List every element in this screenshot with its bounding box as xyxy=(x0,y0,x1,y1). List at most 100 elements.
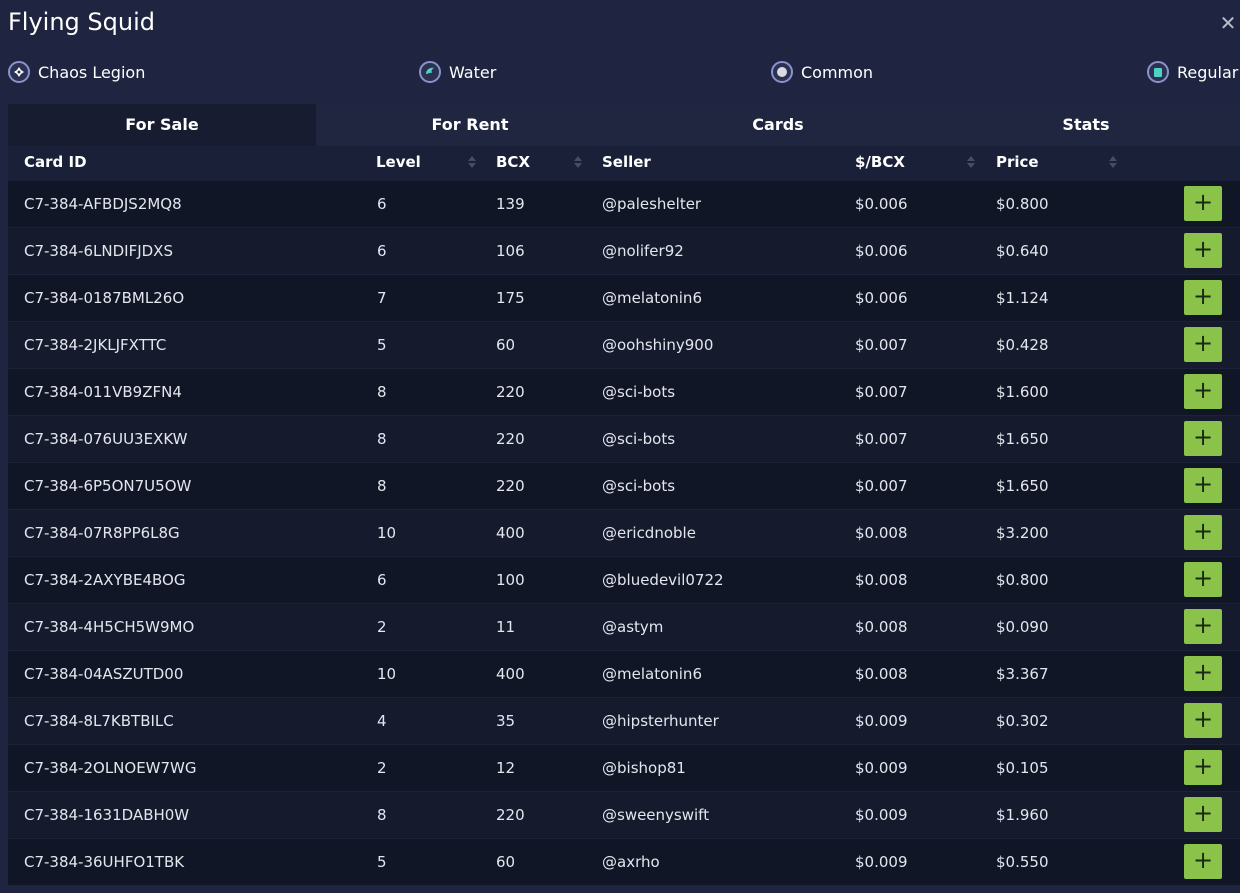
seller-cell: @melatonin6 xyxy=(602,665,702,683)
add-to-cart-button[interactable]: + xyxy=(1184,186,1222,221)
sort-icon[interactable] xyxy=(574,155,582,171)
table-row: C7-384-076UU3EXKW 8 220 @sci-bots $0.007… xyxy=(8,416,1240,463)
add-to-cart-button[interactable]: + xyxy=(1184,562,1222,597)
level-cell: 8 xyxy=(377,477,387,495)
add-to-cart-button[interactable]: + xyxy=(1184,327,1222,362)
table-row: C7-384-2OLNOEW7WG 2 12 @bishop81 $0.009 … xyxy=(8,745,1240,792)
price-cell: $1.124 xyxy=(996,289,1049,307)
seller-cell: @sweenyswift xyxy=(602,806,710,824)
bcx-cell: 220 xyxy=(496,383,525,401)
bcx-cell: 35 xyxy=(496,712,516,730)
price-cell: $3.200 xyxy=(996,524,1049,542)
bcx-cell: 220 xyxy=(496,430,525,448)
attribute-label: Regular xyxy=(1177,62,1239,82)
add-to-cart-button[interactable]: + xyxy=(1184,515,1222,550)
add-to-cart-button[interactable]: + xyxy=(1184,468,1222,503)
plus-icon: + xyxy=(1192,799,1214,827)
column-header-seller: Seller xyxy=(602,153,651,171)
price-per-bcx-cell: $0.008 xyxy=(855,571,908,589)
price-cell: $1.650 xyxy=(996,430,1049,448)
price-per-bcx-cell: $0.008 xyxy=(855,524,908,542)
price-per-bcx-cell: $0.006 xyxy=(855,242,908,260)
sort-icon[interactable] xyxy=(967,155,975,171)
card-id-cell: C7-384-2JKLJFXTTC xyxy=(24,336,167,354)
attribute-foil: Regular xyxy=(1147,59,1238,85)
plus-icon: + xyxy=(1192,376,1214,404)
level-cell: 8 xyxy=(377,430,387,448)
seller-cell: @sci-bots xyxy=(602,477,676,495)
bcx-cell: 400 xyxy=(496,665,525,683)
card-id-cell: C7-384-6LNDIFJDXS xyxy=(24,242,173,260)
column-header-price-per-bcx[interactable]: $/BCX xyxy=(855,146,905,181)
add-to-cart-button[interactable]: + xyxy=(1184,656,1222,691)
seller-cell: @bishop81 xyxy=(602,759,686,777)
bcx-cell: 220 xyxy=(496,477,525,495)
sort-icon[interactable] xyxy=(1109,155,1117,171)
level-cell: 4 xyxy=(377,712,387,730)
table-row: C7-384-07R8PP6L8G 10 400 @ericdnoble $0.… xyxy=(8,510,1240,557)
seller-cell: @paleshelter xyxy=(602,195,702,213)
plus-icon: + xyxy=(1192,517,1214,545)
level-cell: 8 xyxy=(377,383,387,401)
column-header-price[interactable]: Price xyxy=(996,146,1039,181)
add-to-cart-button[interactable]: + xyxy=(1184,797,1222,832)
price-per-bcx-cell: $0.007 xyxy=(855,336,908,354)
close-button[interactable]: ✕ xyxy=(1218,13,1238,33)
chaos-legion-icon xyxy=(8,61,30,83)
price-cell: $0.800 xyxy=(996,195,1049,213)
level-cell: 5 xyxy=(377,336,387,354)
attribute-label: Common xyxy=(801,62,874,82)
card-id-cell: C7-384-2AXYBE4BOG xyxy=(24,571,186,589)
seller-cell: @axrho xyxy=(602,853,660,871)
card-id-cell: C7-384-8L7KBTBILC xyxy=(24,712,174,730)
plus-icon: + xyxy=(1192,752,1214,780)
price-cell: $0.640 xyxy=(996,242,1049,260)
bcx-cell: 60 xyxy=(496,336,516,354)
price-per-bcx-cell: $0.007 xyxy=(855,383,908,401)
level-cell: 10 xyxy=(377,665,397,683)
common-rarity-icon xyxy=(771,61,793,83)
add-to-cart-button[interactable]: + xyxy=(1184,703,1222,738)
attribute-rarity: Common xyxy=(771,59,873,85)
table-row: C7-384-6LNDIFJDXS 6 106 @nolifer92 $0.00… xyxy=(8,228,1240,275)
table-header: Card ID Level BCX Seller $/BCX Price xyxy=(8,146,1240,181)
tab-stats[interactable]: Stats xyxy=(932,104,1240,146)
level-cell: 6 xyxy=(377,242,387,260)
seller-cell: @nolifer92 xyxy=(602,242,684,260)
level-cell: 10 xyxy=(377,524,397,542)
plus-icon: + xyxy=(1192,423,1214,451)
table-row: C7-384-2JKLJFXTTC 5 60 @oohshiny900 $0.0… xyxy=(8,322,1240,369)
water-icon xyxy=(419,61,441,83)
column-header-bcx[interactable]: BCX xyxy=(496,146,530,181)
add-to-cart-button[interactable]: + xyxy=(1184,609,1222,644)
seller-cell: @oohshiny900 xyxy=(602,336,714,354)
add-to-cart-button[interactable]: + xyxy=(1184,233,1222,268)
add-to-cart-button[interactable]: + xyxy=(1184,421,1222,456)
card-id-cell: C7-384-1631DABH0W xyxy=(24,806,190,824)
plus-icon: + xyxy=(1192,846,1214,874)
table-row: C7-384-4H5CH5W9MO 2 11 @astym $0.008 $0.… xyxy=(8,604,1240,651)
level-cell: 8 xyxy=(377,806,387,824)
add-to-cart-button[interactable]: + xyxy=(1184,280,1222,315)
tab-cards[interactable]: Cards xyxy=(624,104,932,146)
table-row: C7-384-011VB9ZFN4 8 220 @sci-bots $0.007… xyxy=(8,369,1240,416)
price-per-bcx-cell: $0.009 xyxy=(855,712,908,730)
add-to-cart-button[interactable]: + xyxy=(1184,844,1222,879)
price-per-bcx-cell: $0.006 xyxy=(855,289,908,307)
card-id-cell: C7-384-36UHFO1TBK xyxy=(24,853,185,871)
add-to-cart-button[interactable]: + xyxy=(1184,750,1222,785)
column-header-level[interactable]: Level xyxy=(376,146,421,181)
plus-icon: + xyxy=(1192,564,1214,592)
sort-icon[interactable] xyxy=(468,155,476,171)
seller-cell: @sci-bots xyxy=(602,383,676,401)
bcx-cell: 220 xyxy=(496,806,525,824)
listings-table: C7-384-AFBDJS2MQ8 6 139 @paleshelter $0.… xyxy=(8,181,1240,886)
plus-icon: + xyxy=(1192,282,1214,310)
tab-for-sale[interactable]: For Sale xyxy=(8,104,316,146)
price-per-bcx-cell: $0.006 xyxy=(855,195,908,213)
tab-for-rent[interactable]: For Rent xyxy=(316,104,624,146)
seller-cell: @astym xyxy=(602,618,664,636)
close-icon: ✕ xyxy=(1219,11,1237,35)
add-to-cart-button[interactable]: + xyxy=(1184,374,1222,409)
bcx-cell: 106 xyxy=(496,242,525,260)
